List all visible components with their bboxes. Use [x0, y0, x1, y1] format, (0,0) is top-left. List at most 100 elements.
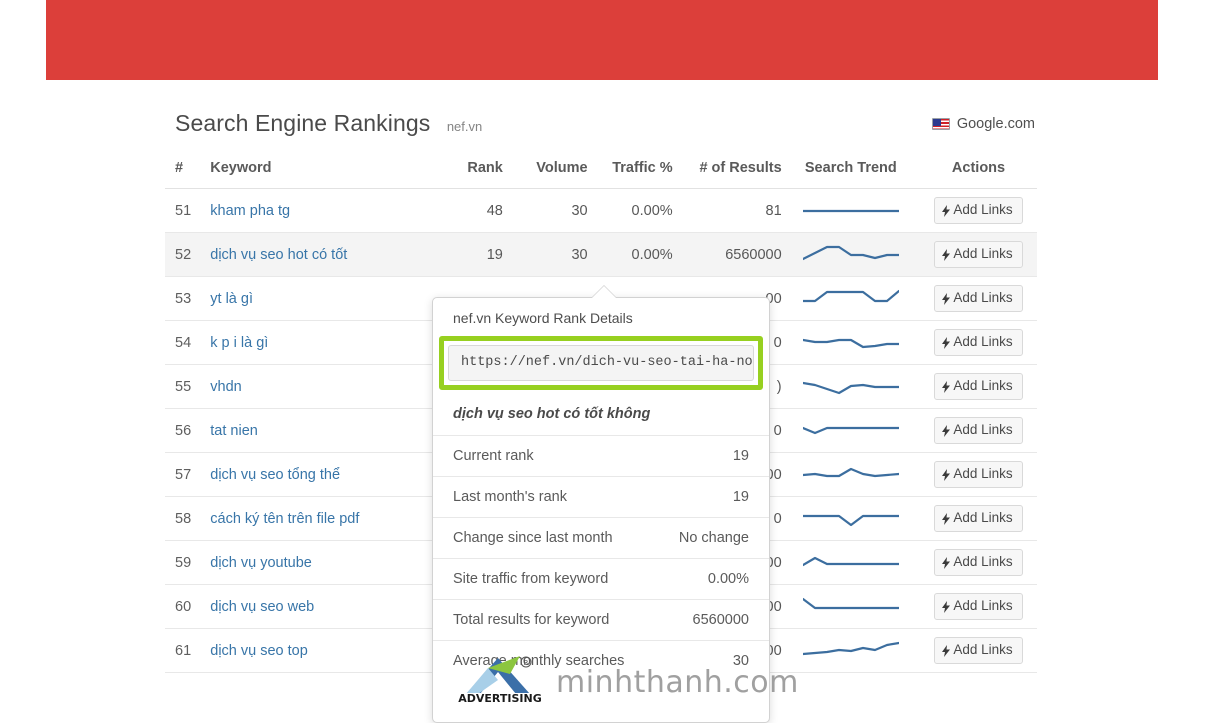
keyword-link[interactable]: dịch vụ seo hot có tốt: [210, 247, 347, 263]
row-trend-sparkline: [781, 496, 921, 541]
add-links-button[interactable]: Add Links: [934, 417, 1023, 444]
row-number: 59: [165, 540, 211, 585]
top-banner: [46, 0, 1158, 80]
popup-stat-value: 0.00%: [707, 571, 749, 587]
row-rank: 48: [436, 188, 503, 233]
row-number: 61: [165, 628, 211, 673]
add-links-button[interactable]: Add Links: [934, 241, 1023, 268]
popup-stat-label: Current rank: [453, 448, 534, 464]
add-links-label: Add Links: [953, 290, 1013, 306]
popup-stat-value: 30: [732, 653, 749, 669]
popup-stat-value: 19: [732, 489, 749, 505]
bolt-icon: [942, 204, 951, 217]
popup-arrow: [592, 286, 616, 298]
add-links-button[interactable]: Add Links: [934, 593, 1023, 620]
row-actions: Add Links: [920, 496, 1037, 541]
col-number[interactable]: #: [165, 160, 211, 189]
add-links-label: Add Links: [953, 202, 1013, 218]
keyword-link[interactable]: dịch vụ seo tổng thể: [210, 467, 340, 483]
popup-stat-row: Current rank 19: [433, 435, 769, 477]
popup-stat-row: Last month's rank 19: [433, 476, 769, 518]
add-links-button[interactable]: Add Links: [934, 461, 1023, 488]
add-links-button[interactable]: Add Links: [934, 285, 1023, 312]
popup-stat-label: Last month's rank: [453, 489, 567, 505]
popup-stat-label: Total results for keyword: [453, 612, 610, 628]
bolt-icon: [942, 424, 951, 437]
row-number: 56: [165, 408, 211, 453]
keyword-link[interactable]: kham pha tg: [210, 203, 290, 219]
bolt-icon: [942, 512, 951, 525]
search-engine-badge[interactable]: Google.com: [931, 116, 1035, 132]
popup-stat-row: Total results for keyword 6560000: [433, 599, 769, 641]
row-actions: Add Links: [920, 408, 1037, 453]
row-number: 58: [165, 496, 211, 541]
row-trend-sparkline: [781, 628, 921, 673]
keyword-link[interactable]: dịch vụ seo top: [210, 643, 308, 659]
table-header: # Keyword Rank Volume Traffic % # of Res…: [165, 160, 1037, 189]
col-results[interactable]: # of Results: [672, 160, 782, 189]
row-results: 81: [672, 188, 782, 233]
keyword-link[interactable]: yt là gì: [210, 291, 253, 307]
add-links-label: Add Links: [953, 334, 1013, 350]
app-page: Search Engine Rankings nef.vn Google.com…: [0, 0, 1227, 723]
row-traffic: 0.00%: [587, 188, 673, 233]
add-links-button[interactable]: Add Links: [934, 637, 1023, 664]
table-row[interactable]: 52 dịch vụ seo hot có tốt 19 30 0.00% 6560000…: [165, 232, 1037, 277]
row-keyword-cell: kham pha tg: [210, 188, 437, 233]
popup-stat-value: 19: [732, 448, 749, 464]
bolt-icon: [942, 600, 951, 613]
row-trend-sparkline: [781, 232, 921, 277]
row-keyword-cell: cách ký tên trên file pdf: [210, 496, 437, 541]
us-flag-icon: [931, 118, 950, 130]
row-keyword-cell: dịch vụ seo tổng thể: [210, 452, 437, 497]
add-links-label: Add Links: [953, 246, 1013, 262]
row-actions: Add Links: [920, 276, 1037, 321]
row-trend-sparkline: [781, 452, 921, 497]
add-links-button[interactable]: Add Links: [934, 329, 1023, 356]
row-results: 6560000: [672, 232, 782, 277]
keyword-link[interactable]: dịch vụ youtube: [210, 555, 312, 571]
add-links-button[interactable]: Add Links: [934, 197, 1023, 224]
row-trend-sparkline: [781, 276, 921, 321]
search-engine-label: Google.com: [956, 116, 1035, 132]
row-actions: Add Links: [920, 364, 1037, 409]
col-rank[interactable]: Rank: [436, 160, 503, 189]
row-actions: Add Links: [920, 232, 1037, 277]
table-header-row: # Keyword Rank Volume Traffic % # of Res…: [165, 160, 1037, 189]
popup-stat-label: Site traffic from keyword: [453, 571, 609, 587]
bolt-icon: [942, 292, 951, 305]
add-links-button[interactable]: Add Links: [934, 549, 1023, 576]
row-trend-sparkline: [781, 320, 921, 365]
row-volume: 30: [502, 188, 588, 233]
row-rank: 19: [436, 232, 503, 277]
add-links-button[interactable]: Add Links: [934, 505, 1023, 532]
keyword-link[interactable]: tat nien: [210, 423, 258, 439]
add-links-label: Add Links: [953, 598, 1013, 614]
col-keyword[interactable]: Keyword: [210, 160, 437, 189]
popup-keyword: dịch vụ seo hot có tốt không: [453, 406, 651, 422]
table-row[interactable]: 51 kham pha tg 48 30 0.00% 81 Add Links: [165, 188, 1037, 233]
row-actions: Add Links: [920, 452, 1037, 497]
bolt-icon: [942, 248, 951, 261]
keyword-link[interactable]: dịch vụ seo web: [210, 599, 314, 615]
keyword-link[interactable]: cách ký tên trên file pdf: [210, 511, 359, 527]
col-volume[interactable]: Volume: [502, 160, 588, 189]
keyword-link[interactable]: k p i là gì: [210, 335, 268, 351]
popup-stat-label: Change since last month: [453, 530, 613, 546]
row-actions: Add Links: [920, 320, 1037, 365]
popup-stat-label: Average monthly searches: [453, 653, 625, 669]
add-links-label: Add Links: [953, 554, 1013, 570]
row-actions: Add Links: [920, 584, 1037, 629]
bolt-icon: [942, 556, 951, 569]
row-number: 54: [165, 320, 211, 365]
col-traffic[interactable]: Traffic %: [587, 160, 673, 189]
keyword-link[interactable]: vhdn: [210, 379, 241, 395]
row-keyword-cell: dịch vụ youtube: [210, 540, 437, 585]
page-header: Search Engine Rankings nef.vn Google.com: [175, 110, 1035, 146]
keyword-url[interactable]: https://nef.vn/dich-vu-seo-tai-ha-noi/: [448, 345, 754, 381]
popup-stat-row: Site traffic from keyword 0.00%: [433, 558, 769, 600]
header-domain: nef.vn: [446, 119, 483, 134]
add-links-button[interactable]: Add Links: [934, 373, 1023, 400]
row-keyword-cell: yt là gì: [210, 276, 437, 321]
col-trend[interactable]: Search Trend: [781, 160, 921, 189]
